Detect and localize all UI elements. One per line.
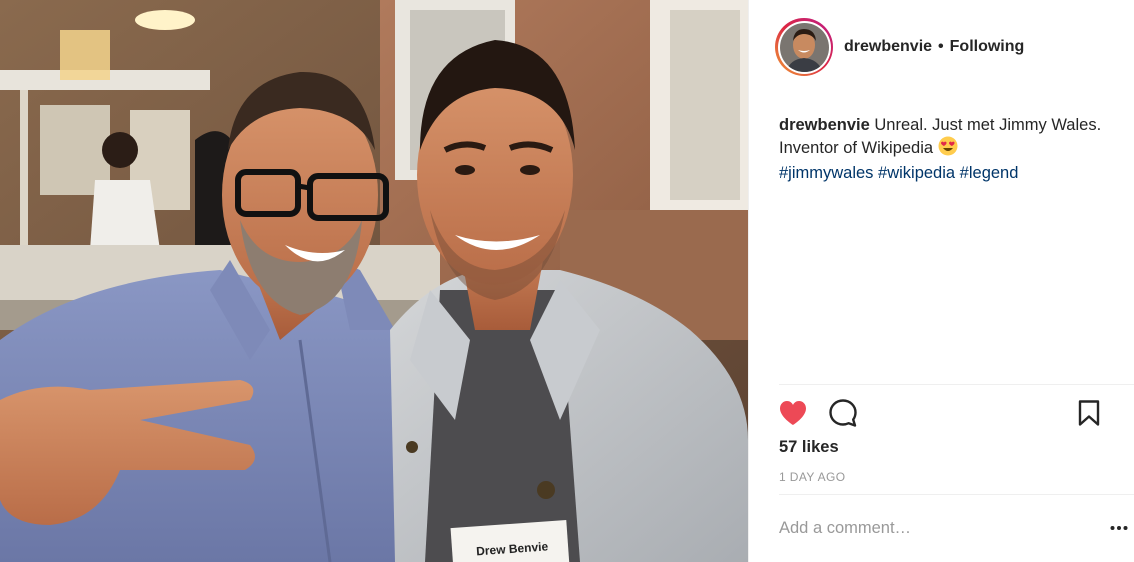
post-photo[interactable]: Drew Benvie <box>0 0 748 562</box>
selfie-photo-illustration: Drew Benvie <box>0 0 748 562</box>
comment-icon <box>829 399 857 427</box>
avatar[interactable] <box>779 22 829 72</box>
post-sidebar: drewbenvie • Following drewbenvie Unreal… <box>748 0 1134 562</box>
header-text: drewbenvie • Following <box>844 38 1024 56</box>
divider <box>779 384 1134 385</box>
divider <box>779 494 1134 495</box>
comment-input[interactable] <box>779 518 1107 538</box>
comment-row <box>779 508 1134 548</box>
heart-icon <box>780 401 806 425</box>
caption-username[interactable]: drewbenvie <box>779 116 870 134</box>
more-options-button[interactable] <box>1107 516 1131 540</box>
avatar-image <box>779 22 829 72</box>
likes-count[interactable]: 57 likes <box>779 438 839 457</box>
save-button[interactable] <box>1073 397 1105 429</box>
hashtag-legend[interactable]: #legend <box>960 164 1019 182</box>
story-ring[interactable] <box>775 18 833 76</box>
header-username[interactable]: drewbenvie <box>844 38 932 56</box>
post-caption: drewbenvie Unreal. Just met Jimmy Wales.… <box>779 114 1124 184</box>
comment-button[interactable] <box>827 397 859 429</box>
post-timestamp[interactable]: 1 DAY AGO <box>779 470 846 484</box>
more-options-icon <box>1110 526 1128 530</box>
post-header: drewbenvie • Following <box>775 18 1024 76</box>
instagram-post: Drew Benvie drewbenvie • Following drewb… <box>0 0 1134 562</box>
hashtag-wikipedia[interactable]: #wikipedia <box>878 164 955 182</box>
following-button[interactable]: Following <box>950 38 1025 56</box>
bookmark-icon <box>1078 400 1100 426</box>
like-button[interactable] <box>777 397 809 429</box>
heart-eyes-emoji-icon <box>938 136 958 162</box>
hashtag-jimmywales[interactable]: #jimmywales <box>779 164 873 182</box>
header-separator: • <box>938 38 944 55</box>
action-bar <box>777 396 1105 430</box>
